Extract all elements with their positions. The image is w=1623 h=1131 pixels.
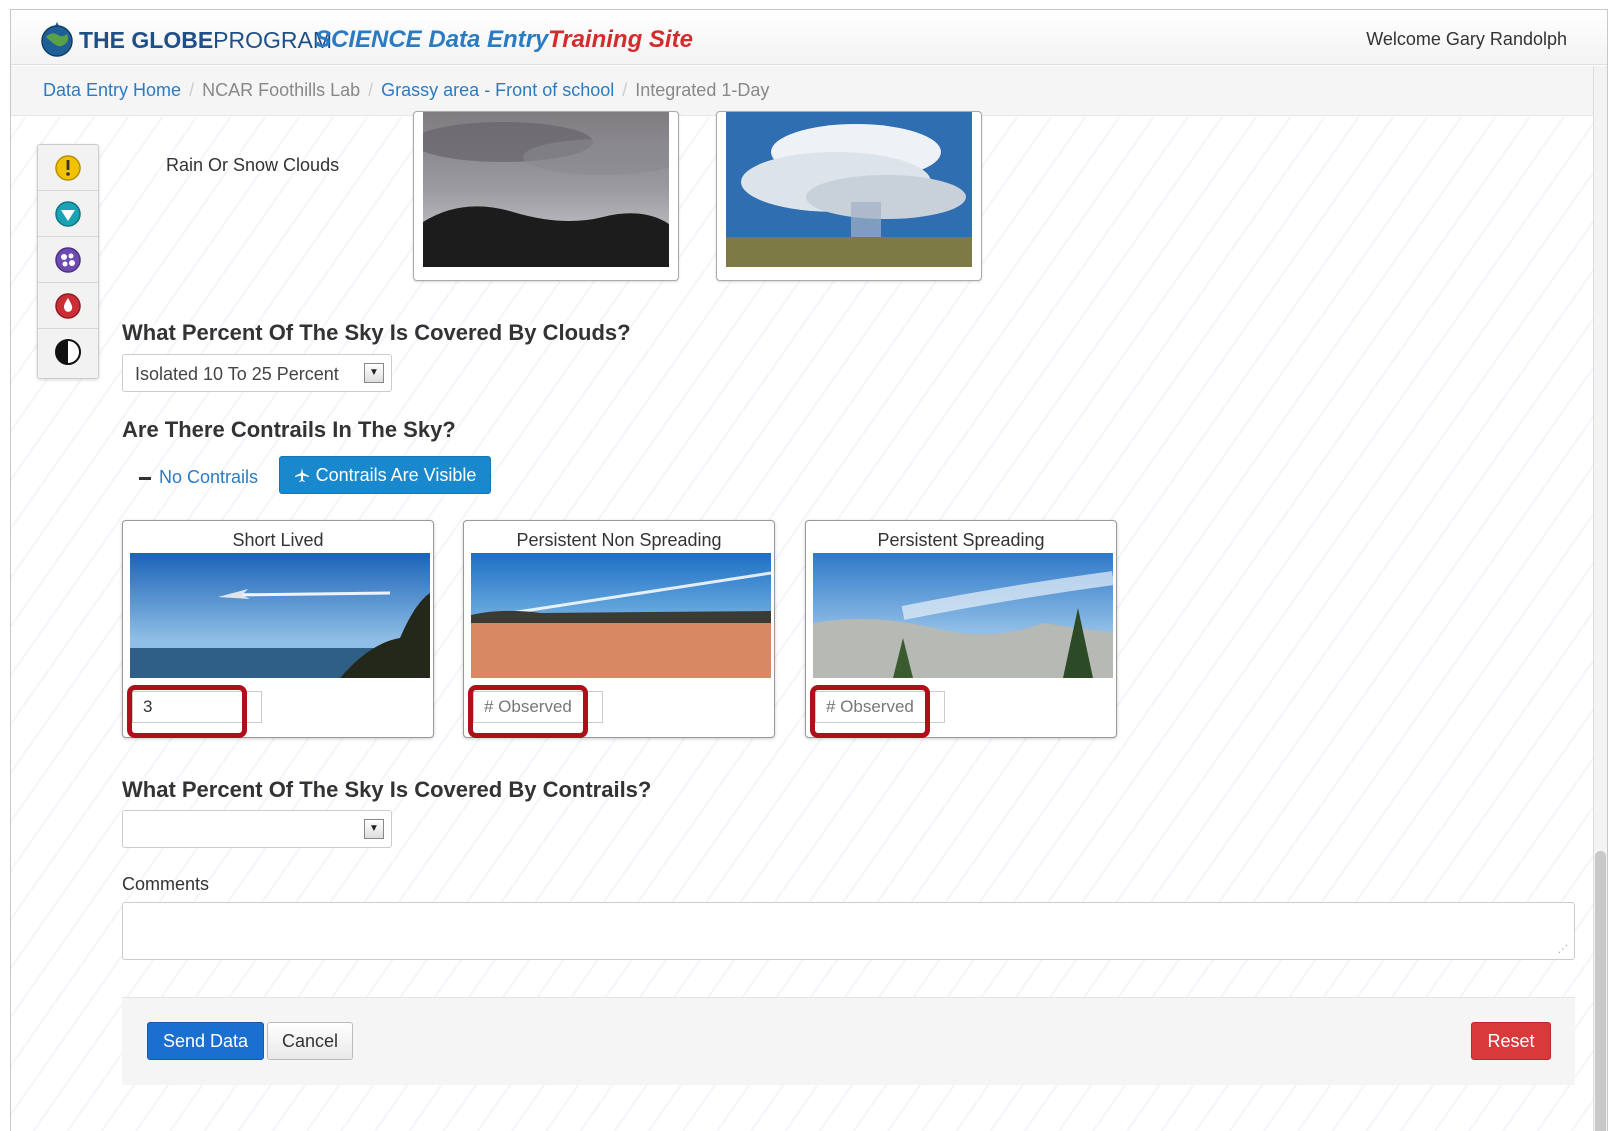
globe-logo-icon[interactable] [37, 19, 77, 59]
reset-button[interactable]: Reset [1471, 1022, 1551, 1060]
scrollbar-thumb[interactable] [1595, 851, 1606, 1131]
warning-icon [55, 154, 81, 181]
cloud-photo-nimbostratus[interactable] [413, 111, 679, 281]
send-data-button[interactable]: Send Data [147, 1022, 264, 1060]
input-highlight-box [810, 685, 930, 738]
logo-text[interactable]: THE GLOBEPROGRAM [79, 27, 332, 54]
contrail-cover-question: What Percent Of The Sky Is Covered By Co… [122, 777, 652, 802]
form-content: Rain Or Snow Clouds What Percent Of The … [11, 111, 1607, 1131]
tool-warning[interactable] [38, 145, 98, 191]
tool-location[interactable] [38, 191, 98, 237]
training-site-label: Training Site [548, 26, 693, 53]
tool-precipitation[interactable] [38, 283, 98, 329]
comments-textarea[interactable]: ⋰ [122, 902, 1575, 960]
contrail-card-persistent-non-spreading: Persistent Non Spreading # Observed [463, 520, 775, 738]
breadcrumb-separator: / [368, 80, 374, 100]
cloud-row-label: Rain Or Snow Clouds [166, 155, 340, 175]
chevron-down-icon[interactable]: ▼ [364, 363, 384, 383]
airplane-icon [294, 468, 309, 482]
breadcrumb-location[interactable]: Grassy area - Front of school [381, 80, 614, 100]
breadcrumb-separator: / [189, 80, 195, 100]
contrail-image [471, 553, 771, 678]
breadcrumb-home[interactable]: Data Entry Home [43, 80, 181, 100]
tool-surface[interactable] [38, 329, 98, 375]
comments-label: Comments [122, 874, 210, 894]
cloud-type-icon [55, 246, 81, 273]
input-highlight-box [127, 685, 247, 738]
breadcrumb-site: NCAR Foothills Lab [202, 80, 361, 100]
chevron-down-icon[interactable]: ▼ [364, 819, 384, 839]
vertical-scrollbar[interactable] [1593, 66, 1607, 1131]
contrast-icon [55, 339, 81, 365]
input-highlight-box [468, 685, 588, 738]
drop-icon [55, 292, 81, 319]
contrail-image [130, 553, 430, 678]
welcome-user[interactable]: Welcome Gary Randolph [1366, 29, 1567, 50]
form-actions: Send Data Cancel Reset [122, 997, 1575, 1085]
pin-icon [55, 200, 81, 227]
no-contrails-option[interactable]: No Contrails [139, 467, 258, 488]
sky-cover-select[interactable]: Isolated 10 To 25 Percent ▼ [122, 354, 392, 392]
app-window: THE GLOBEPROGRAM SCIENCE Data Entry Trai… [10, 9, 1608, 1131]
breadcrumb: Data Entry Home / NCAR Foothills Lab / Grass… [11, 66, 1607, 116]
cloud-image [423, 112, 669, 267]
breadcrumb-separator: / [622, 80, 628, 100]
tool-cloud-type[interactable] [38, 237, 98, 283]
contrail-card-short-lived: Short Lived 3 [122, 520, 434, 738]
contrails-visible-button[interactable]: Contrails Are Visible [279, 456, 491, 494]
contrail-card-title: Persistent Non Spreading [516, 530, 722, 550]
contrail-card-title: Short Lived [232, 530, 324, 550]
cloud-image [726, 112, 972, 267]
contrail-cover-select[interactable]: ▼ [122, 810, 392, 848]
no-contrails-label: No Contrails [159, 467, 259, 487]
dash-icon [139, 476, 151, 480]
breadcrumb-protocol: Integrated 1-Day [635, 80, 770, 100]
logo-text-bold: THE GLOBE [79, 27, 214, 53]
resize-grip-icon[interactable]: ⋰ [1558, 944, 1568, 955]
protocol-toolbar [37, 144, 99, 379]
sky-cover-selected-value: Isolated 10 To 25 Percent [135, 364, 339, 384]
contrail-card-title: Persistent Spreading [877, 530, 1045, 550]
app-title: SCIENCE Data Entry [315, 26, 549, 53]
contrail-image [813, 553, 1113, 678]
cloud-photo-cumulonimbus[interactable] [716, 111, 982, 281]
contrail-card-persistent-spreading: Persistent Spreading # Observed [805, 520, 1117, 738]
sky-cover-question: What Percent Of The Sky Is Covered By Cl… [122, 320, 631, 345]
contrails-visible-label: Contrails Are Visible [315, 464, 477, 485]
cancel-button[interactable]: Cancel [267, 1022, 353, 1060]
top-navbar: THE GLOBEPROGRAM SCIENCE Data Entry Trai… [11, 10, 1607, 65]
contrails-question: Are There Contrails In The Sky? [122, 417, 456, 442]
